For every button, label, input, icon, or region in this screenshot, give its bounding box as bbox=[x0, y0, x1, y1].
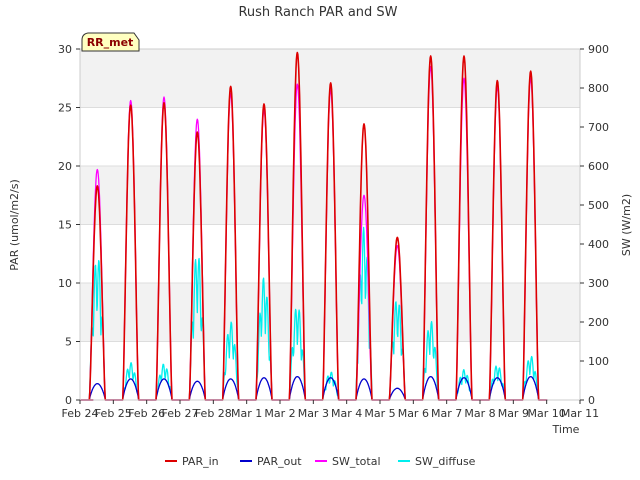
x-tick-label: Feb 24 bbox=[62, 407, 99, 420]
y-left-tick-label: 15 bbox=[58, 219, 72, 232]
y-left-tick-label: 30 bbox=[58, 43, 72, 56]
y-right-tick-label: 800 bbox=[588, 82, 609, 95]
plot-band bbox=[80, 166, 580, 225]
x-tick-label: Feb 28 bbox=[195, 407, 232, 420]
y-right-tick-label: 700 bbox=[588, 121, 609, 134]
station-badge: RR_met bbox=[81, 32, 140, 52]
x-tick-label: Mar 6 bbox=[398, 407, 429, 420]
chart-canvas: Feb 24Feb 25Feb 26Feb 27Feb 28 Mar 1 Mar 2… bbox=[0, 0, 640, 480]
y-right-tick-label: 400 bbox=[588, 238, 609, 251]
y-left-tick-label: 20 bbox=[58, 160, 72, 173]
x-tick-label: Mar 5 bbox=[364, 407, 395, 420]
y-right-tick-label: 0 bbox=[588, 394, 595, 407]
legend-label: SW_diffuse bbox=[415, 455, 476, 468]
x-tick-label: Mar 4 bbox=[331, 407, 362, 420]
x-tick-label: Mar 1 bbox=[231, 407, 262, 420]
plot-band bbox=[80, 107, 580, 166]
x-tick-label: Mar 11 bbox=[561, 407, 599, 420]
y-right-tick-label: 900 bbox=[588, 43, 609, 56]
x-tick-label: Feb 27 bbox=[162, 407, 199, 420]
legend-label: SW_total bbox=[332, 455, 381, 468]
y-left-tick-label: 25 bbox=[58, 102, 72, 115]
plot-band bbox=[80, 283, 580, 342]
y-axis-left-label: PAR (umol/m2/s) bbox=[8, 179, 21, 271]
x-tick-label: Mar 9 bbox=[498, 407, 529, 420]
y-right-tick-label: 300 bbox=[588, 277, 609, 290]
y-right-tick-label: 100 bbox=[588, 355, 609, 368]
legend-label: PAR_out bbox=[257, 455, 302, 468]
x-tick-label: Feb 26 bbox=[128, 407, 165, 420]
y-axis-right-label: SW (W/m2) bbox=[620, 194, 633, 256]
y-left-tick-label: 0 bbox=[65, 394, 72, 407]
x-tick-label: Mar 7 bbox=[431, 407, 462, 420]
legend-label: PAR_in bbox=[182, 455, 219, 468]
plot-band bbox=[80, 224, 580, 283]
x-tick-label: Mar 3 bbox=[298, 407, 329, 420]
y-left-tick-label: 5 bbox=[65, 336, 72, 349]
station-badge-label: RR_met bbox=[87, 36, 134, 49]
x-tick-label: Mar 8 bbox=[464, 407, 495, 420]
x-axis-label: Time bbox=[552, 423, 580, 436]
y-right-tick-label: 600 bbox=[588, 160, 609, 173]
y-right-tick-label: 500 bbox=[588, 199, 609, 212]
x-tick-label: Mar 2 bbox=[264, 407, 295, 420]
y-right-tick-label: 200 bbox=[588, 316, 609, 329]
chart-title: Rush Ranch PAR and SW bbox=[238, 5, 397, 20]
x-tick-label: Feb 25 bbox=[95, 407, 132, 420]
y-left-tick-label: 10 bbox=[58, 277, 72, 290]
